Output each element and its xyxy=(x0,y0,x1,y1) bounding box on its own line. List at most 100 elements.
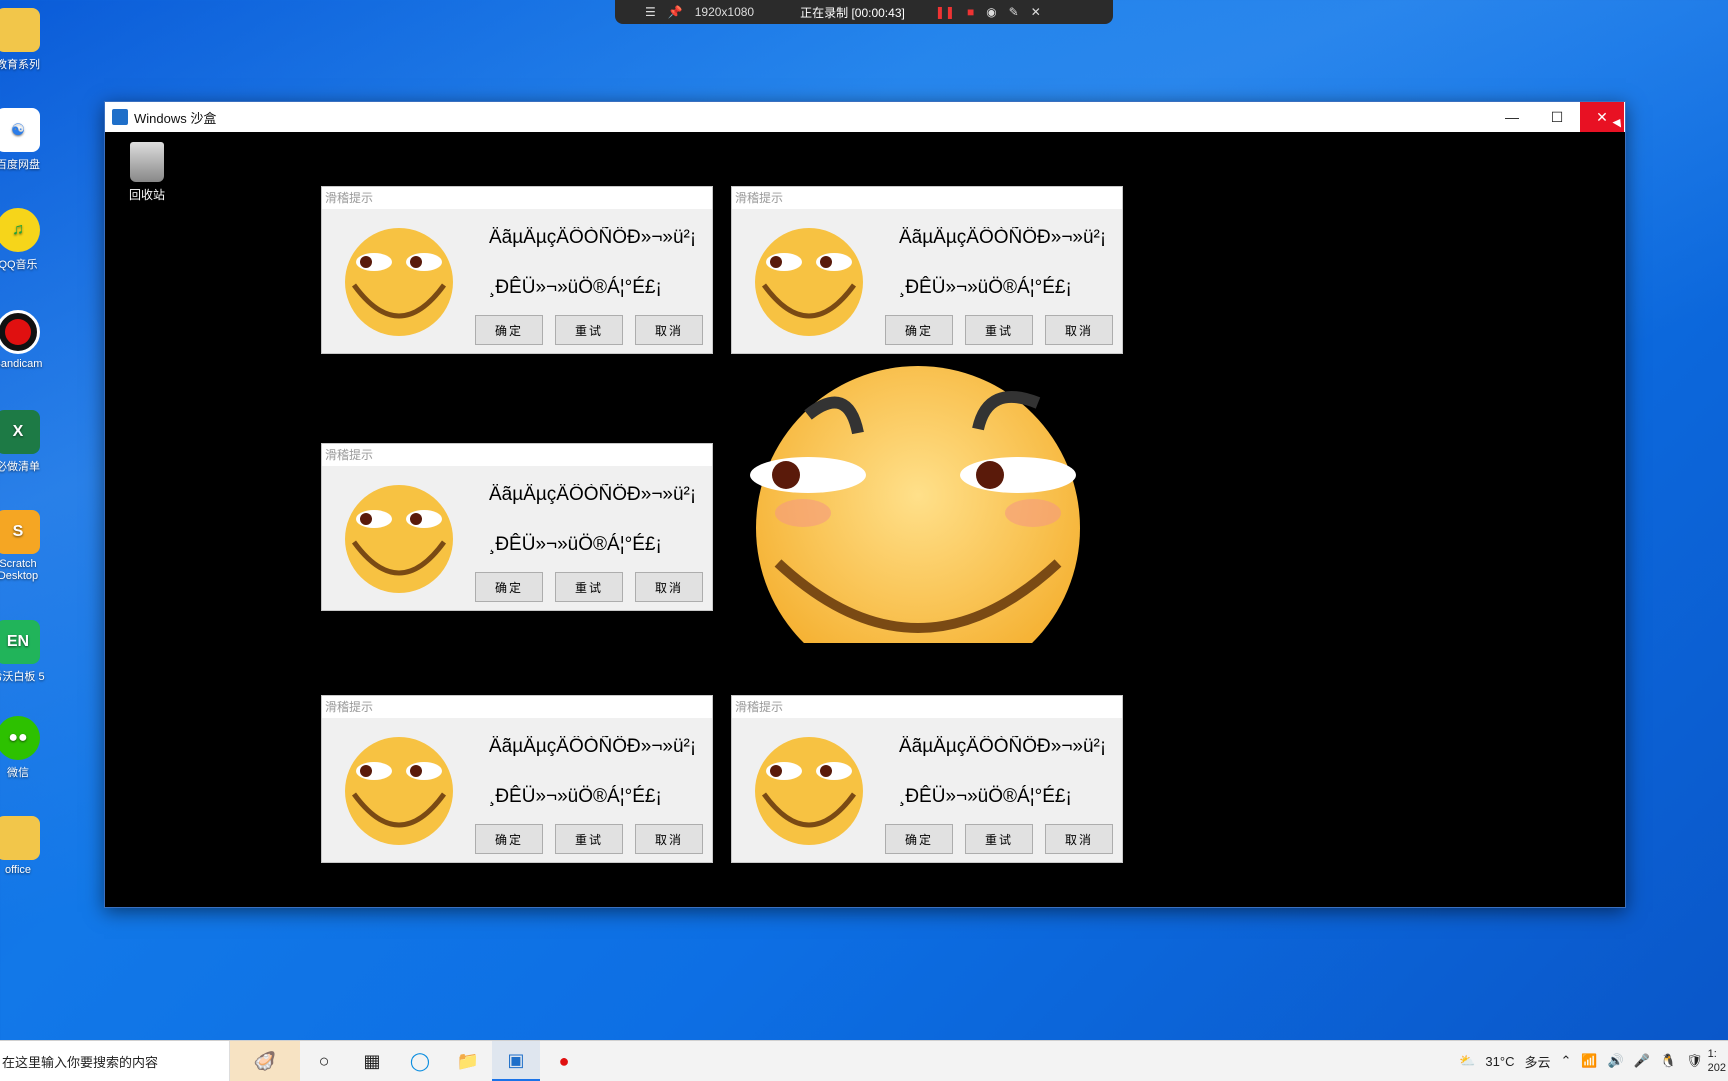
shield-icon[interactable]: 🛡 xyxy=(1686,1053,1703,1069)
stop-icon[interactable]: ■ xyxy=(967,5,974,19)
pen-icon[interactable]: ✎ xyxy=(1009,5,1019,19)
desktop-icon-easinote[interactable]: EN 希沃白板 5 xyxy=(0,620,50,684)
ok-button[interactable]: 确定 xyxy=(885,824,953,854)
message-box-title: 滑稽提示 xyxy=(322,696,712,718)
funny-face-icon xyxy=(755,737,863,845)
desktop-icon-label: 必做清单 xyxy=(0,461,40,473)
chevron-up-icon[interactable]: ⌃ xyxy=(1560,1053,1571,1069)
desktop-icon-office[interactable]: office xyxy=(0,816,50,876)
recording-toolbar: ☰ 📌 1920x1080 正在录制 [00:00:43] ❚❚ ■ ◉ ✎ ✕ xyxy=(615,0,1113,24)
bandicam-icon xyxy=(0,310,40,354)
wechat-icon: ●● xyxy=(0,716,40,760)
cancel-button[interactable]: 取消 xyxy=(635,315,703,345)
pin-icon[interactable]: 📌 xyxy=(668,5,683,19)
ok-button[interactable]: 确定 xyxy=(475,824,543,854)
message-line-1: ÄãµÄµçÄÔÒÑÖÐ»¬»ü²¡ xyxy=(489,484,697,505)
microphone-icon[interactable]: 🎤 xyxy=(1634,1053,1650,1069)
edge-icon[interactable]: ◯ xyxy=(396,1041,444,1081)
message-box: 滑稽提示 ÄãµÄµçÄÔÒÑÖÐ»¬»ü²¡ ¸ÐÊÜ»¬»üÖ®Á¦°É£¡… xyxy=(321,695,713,863)
desktop-icon-label: 百度网盘 xyxy=(0,159,40,171)
recycle-bin-icon xyxy=(130,142,164,182)
sandbox-taskbar-icon[interactable]: ▣ xyxy=(492,1041,540,1081)
message-line-1: ÄãµÄµçÄÔÒÑÖÐ»¬»ü²¡ xyxy=(489,736,697,757)
close-icon[interactable]: ✕ xyxy=(1031,5,1041,19)
retry-button[interactable]: 重试 xyxy=(965,315,1033,345)
qq-icon[interactable]: 🐧 xyxy=(1660,1053,1676,1069)
message-line-2: ¸ÐÊÜ»¬»üÖ®Á¦°É£¡ xyxy=(489,786,662,807)
desktop-icon-label: 微信 xyxy=(7,767,29,779)
message-box: 滑稽提示 ÄãµÄµçÄÔÒÑÖÐ»¬»ü²¡ ¸ÐÊÜ»¬»üÖ®Á¦°É£¡… xyxy=(731,695,1123,863)
baidu-netdisk-icon: ☯ xyxy=(0,108,40,152)
cancel-button[interactable]: 取消 xyxy=(635,572,703,602)
clock[interactable]: 1: 202 xyxy=(1708,1047,1726,1075)
weather-temp[interactable]: 31°C xyxy=(1485,1054,1514,1069)
desktop-icon-bandicam[interactable]: Bandicam xyxy=(0,310,50,370)
funny-face-icon xyxy=(345,737,453,845)
desktop-icon-folder[interactable]: 教育系列 xyxy=(0,8,50,72)
window-titlebar[interactable]: Windows 沙盒 — ☐ ✕ xyxy=(105,102,1625,132)
taskbar: 在这里输入你要搜索的内容 🦪 ○ ▦ ◯ 📁 ▣ ● ⛅ 31°C 多云 ⌃ 📶… xyxy=(0,1040,1728,1081)
ok-button[interactable]: 确定 xyxy=(475,315,543,345)
sandbox-icon xyxy=(112,109,128,125)
maximize-button[interactable]: ☐ xyxy=(1535,102,1579,132)
clock-time: 1: xyxy=(1707,1048,1717,1060)
desktop-icon-label: QQ音乐 xyxy=(0,259,38,271)
desktop-icon-label: 教育系列 xyxy=(0,59,40,71)
desktop-icon-label: Scratch Desktop xyxy=(0,558,39,582)
search-placeholder: 在这里输入你要搜索的内容 xyxy=(2,1054,159,1070)
retry-button[interactable]: 重试 xyxy=(555,824,623,854)
easinote-icon: EN xyxy=(0,620,40,664)
message-box-title: 滑稽提示 xyxy=(322,444,712,466)
qq-music-icon: ♫ xyxy=(0,208,40,252)
message-box: 滑稽提示 ÄãµÄµçÄÔÒÑÖÐ»¬»ü²¡ ¸ÐÊÜ»¬»üÖ®Á¦°É£¡… xyxy=(321,443,713,611)
message-line-2: ¸ÐÊÜ»¬»üÖ®Á¦°É£¡ xyxy=(489,534,662,555)
excel-icon: X xyxy=(0,410,40,454)
message-line-1: ÄãµÄµçÄÔÒÑÖÐ»¬»ü²¡ xyxy=(899,227,1107,248)
ok-button[interactable]: 确定 xyxy=(475,572,543,602)
minimize-button[interactable]: — xyxy=(1490,102,1534,132)
message-box-title: 滑稽提示 xyxy=(732,696,1122,718)
message-line-2: ¸ÐÊÜ»¬»üÖ®Á¦°É£¡ xyxy=(899,277,1072,298)
file-explorer-icon[interactable]: 📁 xyxy=(444,1041,492,1081)
desktop-icon-excel[interactable]: X 必做清单 xyxy=(0,410,50,474)
desktop-icon-qqmusic[interactable]: ♫ QQ音乐 xyxy=(0,208,50,272)
taskbar-search[interactable]: 在这里输入你要搜索的内容 xyxy=(0,1041,230,1081)
sandbox-window: Windows 沙盒 — ☐ ✕ 回收站 滑稽提示 ÄãµÄµçÄÔÒÑÖÐ»¬… xyxy=(104,101,1626,908)
camera-icon[interactable]: ◉ xyxy=(986,5,996,19)
cancel-button[interactable]: 取消 xyxy=(1045,315,1113,345)
message-box: 滑稽提示 ÄãµÄµçÄÔÒÑÖÐ»¬»ü²¡ ¸ÐÊÜ»¬»üÖ®Á¦°É£¡… xyxy=(321,186,713,354)
retry-button[interactable]: 重试 xyxy=(555,315,623,345)
menu-icon[interactable]: ☰ xyxy=(645,5,656,19)
bandicam-taskbar-icon[interactable]: ● xyxy=(540,1041,588,1081)
task-view-icon[interactable]: ▦ xyxy=(348,1041,396,1081)
message-line-1: ÄãµÄµçÄÔÒÑÖÐ»¬»ü²¡ xyxy=(489,227,697,248)
sandbox-desktop: 回收站 滑稽提示 ÄãµÄµçÄÔÒÑÖÐ»¬»ü²¡ ¸ÐÊÜ»¬»üÖ®Á¦… xyxy=(105,132,1625,907)
desktop-icon-label: 希沃白板 5 xyxy=(0,671,45,683)
recycle-bin[interactable]: 回收站 xyxy=(119,142,175,203)
cortana-icon[interactable]: ○ xyxy=(300,1041,348,1081)
network-icon[interactable]: 📶 xyxy=(1581,1053,1597,1069)
retry-button[interactable]: 重试 xyxy=(965,824,1033,854)
cancel-button[interactable]: 取消 xyxy=(635,824,703,854)
pause-icon[interactable]: ❚❚ xyxy=(935,5,955,19)
retry-button[interactable]: 重试 xyxy=(555,572,623,602)
desktop-icon-scratch[interactable]: S Scratch Desktop xyxy=(0,510,50,582)
weather-desc[interactable]: 多云 xyxy=(1524,1052,1550,1071)
desktop-icon-wechat[interactable]: ●● 微信 xyxy=(0,716,50,780)
message-box: 滑稽提示 ÄãµÄµçÄÔÒÑÖÐ»¬»ü²¡ ¸ÐÊÜ»¬»üÖ®Á¦°É£¡… xyxy=(731,186,1123,354)
message-line-2: ¸ÐÊÜ»¬»üÖ®Á¦°É£¡ xyxy=(899,786,1072,807)
desktop-icon-baidu[interactable]: ☯ 百度网盘 xyxy=(0,108,50,172)
message-line-1: ÄãµÄµçÄÔÒÑÖÐ»¬»ü²¡ xyxy=(899,736,1107,757)
volume-icon[interactable]: 🔊 xyxy=(1608,1053,1624,1069)
folder-icon xyxy=(0,8,40,52)
recording-resolution: 1920x1080 xyxy=(694,5,755,19)
message-box-title: 滑稽提示 xyxy=(322,187,712,209)
desktop-icon-label: Bandicam xyxy=(0,358,43,370)
desktop-icon-label: office xyxy=(4,864,32,876)
system-tray: ⛅ 31°C 多云 ⌃ 📶 🔊 🎤 🐧 🛡 1: 202 xyxy=(1454,1041,1728,1081)
cancel-button[interactable]: 取消 xyxy=(1045,824,1113,854)
recording-status: 正在录制 [00:00:43] xyxy=(800,5,905,20)
search-highlight-icon[interactable]: 🦪 xyxy=(230,1041,300,1081)
ok-button[interactable]: 确定 xyxy=(885,315,953,345)
clock-date: 202 xyxy=(1707,1062,1726,1074)
